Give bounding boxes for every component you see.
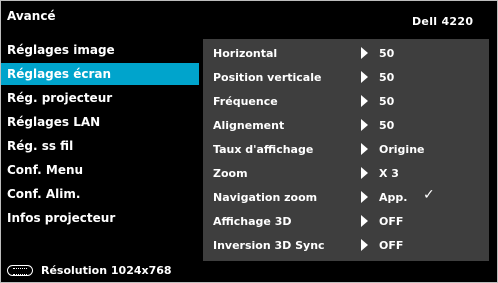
right-arrow-icon — [361, 119, 368, 131]
menu-item-projector-settings[interactable]: Rég. projecteur — [1, 87, 199, 109]
setting-value: Origine — [379, 143, 425, 156]
right-arrow-icon — [361, 95, 368, 107]
right-arrow-icon — [361, 143, 368, 155]
settings-panel: Horizontal 50 Position verticale 50 Fréq… — [203, 39, 489, 261]
setting-value: 50 — [379, 95, 395, 108]
setting-row-vertical-position[interactable]: Position verticale 50 — [203, 65, 489, 89]
menu-item-lan-settings[interactable]: Réglages LAN — [1, 111, 199, 133]
setting-row-zoom-navigation[interactable]: Navigation zoom App. ✓ — [203, 185, 489, 209]
menu-item-label: Conf. Menu — [7, 163, 84, 177]
setting-row-horizontal[interactable]: Horizontal 50 — [203, 41, 489, 65]
checkmark-icon: ✓ — [423, 187, 435, 203]
osd-menu-frame: Avancé Dell 4220 Réglages image Réglages… — [0, 0, 498, 283]
setting-value: OFF — [379, 215, 404, 228]
setting-value: 50 — [379, 71, 395, 84]
setting-row-3d-display[interactable]: Affichage 3D OFF — [203, 209, 489, 233]
menu-item-label: Réglages image — [7, 43, 115, 57]
setting-label: Alignement — [213, 119, 285, 132]
setting-label: Fréquence — [213, 95, 278, 108]
setting-value: 50 — [379, 119, 395, 132]
setting-row-frequency[interactable]: Fréquence 50 — [203, 89, 489, 113]
menu-item-display-settings[interactable]: Réglages écran — [1, 63, 199, 85]
right-arrow-icon — [361, 191, 368, 203]
menu-item-label: Rég. ss fil — [7, 139, 74, 153]
right-arrow-icon — [361, 215, 368, 227]
menu-item-label: Réglages écran — [7, 67, 112, 81]
setting-label: Taux d'affichage — [213, 143, 314, 156]
menu-item-label: Rég. projecteur — [7, 91, 113, 105]
setting-label: Position verticale — [213, 71, 322, 84]
menu-item-label: Conf. Alim. — [7, 187, 81, 201]
menu-item-label: Infos projecteur — [7, 211, 116, 225]
right-arrow-icon — [361, 167, 368, 179]
setting-label: Zoom — [213, 167, 248, 180]
status-bar: Résolution 1024x768 — [1, 259, 497, 282]
setting-label: Horizontal — [213, 47, 278, 60]
right-arrow-icon — [361, 239, 368, 251]
setting-value: 50 — [379, 47, 395, 60]
setting-row-3d-sync-invert[interactable]: Inversion 3D Sync OFF — [203, 233, 489, 257]
setting-label: Inversion 3D Sync — [213, 239, 325, 252]
setting-row-alignment[interactable]: Alignement 50 — [203, 113, 489, 137]
setting-value: App. — [379, 191, 408, 204]
menu-title: Avancé — [7, 9, 56, 23]
menu-item-image-settings[interactable]: Réglages image — [1, 39, 199, 61]
remote-keypad-icon — [7, 265, 33, 276]
menu-item-label: Réglages LAN — [7, 115, 101, 129]
setting-value: OFF — [379, 239, 404, 252]
setting-value: X 3 — [379, 167, 399, 180]
menu-item-menu-settings[interactable]: Conf. Menu — [1, 159, 199, 181]
right-arrow-icon — [361, 47, 368, 59]
resolution-readout: Résolution 1024x768 — [41, 264, 172, 277]
osd-header: Avancé Dell 4220 — [1, 1, 497, 35]
menu-item-power-settings[interactable]: Conf. Alim. — [1, 183, 199, 205]
setting-row-aspect-ratio[interactable]: Taux d'affichage Origine — [203, 137, 489, 161]
right-arrow-icon — [361, 71, 368, 83]
projector-model: Dell 4220 — [412, 15, 474, 28]
menu-item-wireless-settings[interactable]: Rég. ss fil — [1, 135, 199, 157]
setting-label: Navigation zoom — [213, 191, 318, 204]
setting-label: Affichage 3D — [213, 215, 292, 228]
menu-item-projector-info[interactable]: Infos projecteur — [1, 207, 199, 229]
setting-row-zoom[interactable]: Zoom X 3 — [203, 161, 489, 185]
